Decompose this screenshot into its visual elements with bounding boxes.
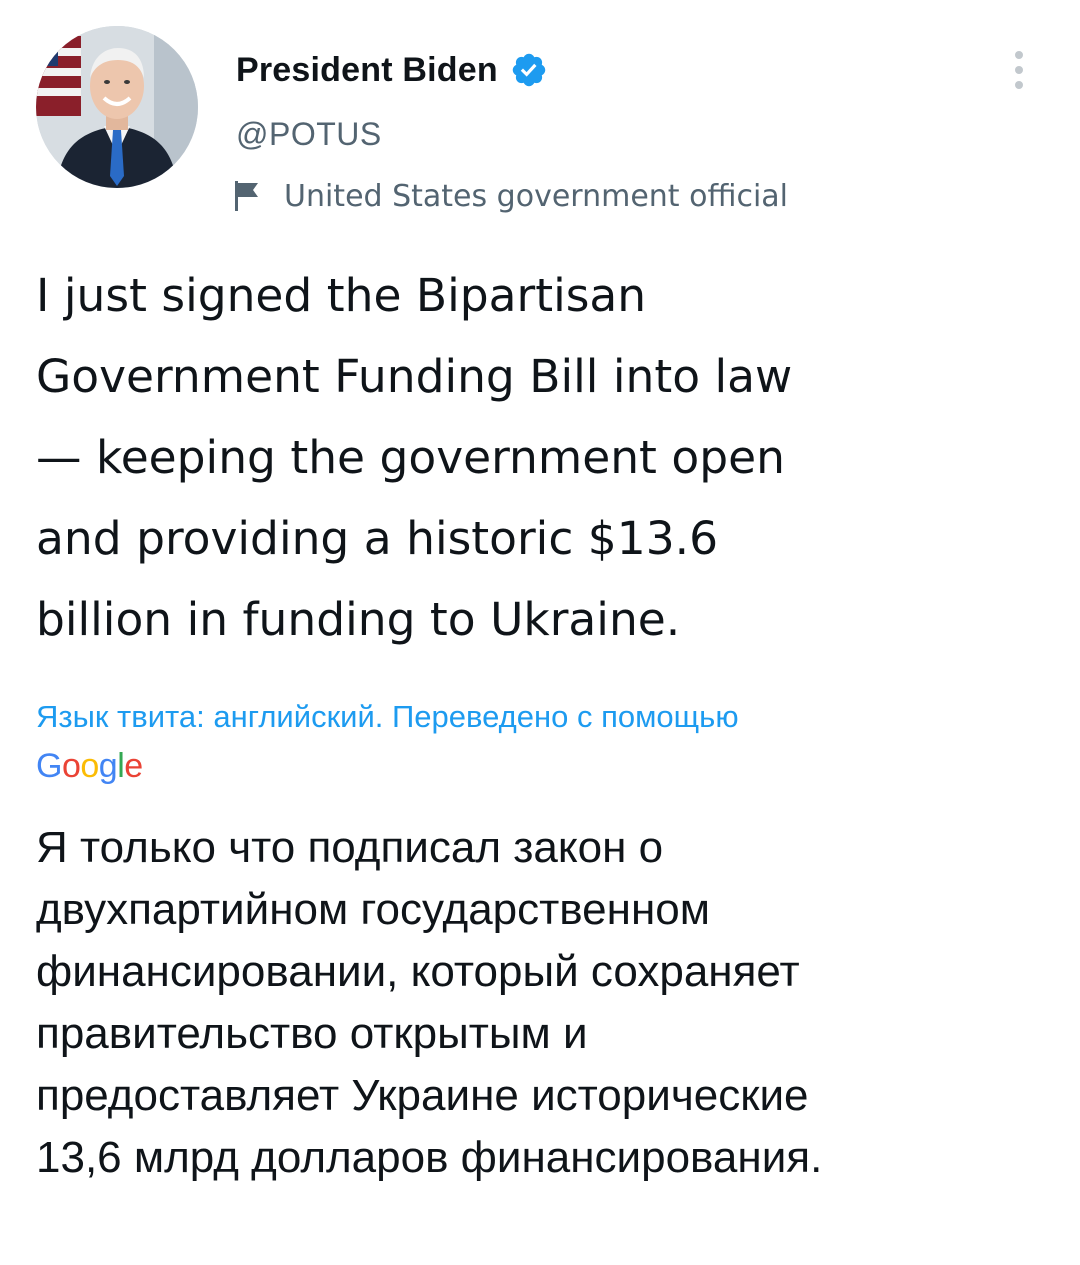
google-logo[interactable]: Google <box>36 744 143 788</box>
translated-line: Я только что подписал закон о <box>36 823 664 872</box>
translated-line: предоставляет Украине исторические <box>36 1071 809 1120</box>
avatar-portrait-image <box>36 26 198 188</box>
translation-note[interactable]: Язык твита: английский. Переведено с пом… <box>36 697 1046 737</box>
account-label-text: United States government official <box>284 178 789 214</box>
more-options-button[interactable] <box>1004 46 1034 94</box>
tweet-line: billion in funding to Ukraine. <box>36 593 681 646</box>
translated-text: Я только что подписал закон о двухпартий… <box>36 817 1046 1189</box>
author-name-row[interactable]: President Biden <box>236 46 548 94</box>
author-handle[interactable]: @POTUS <box>236 116 382 153</box>
google-logo-text: Google <box>36 747 143 785</box>
tweet-line: I just signed the Bipartisan <box>36 269 647 322</box>
translated-line: 13,6 млрд долларов финансирования. <box>36 1133 823 1182</box>
verified-badge-icon <box>512 53 546 87</box>
translated-line: финансировании, который сохраняет <box>36 947 800 996</box>
tweet-text: I just signed the Bipartisan Government … <box>36 255 1046 660</box>
translated-line: правительство открытым и <box>36 1009 588 1058</box>
tweet-line: Government Funding Bill into law <box>36 350 793 403</box>
tweet-line: — keeping the government open <box>36 431 785 484</box>
flag-icon <box>235 181 258 211</box>
author-display-name[interactable]: President Biden <box>236 51 498 90</box>
more-vertical-icon <box>1015 51 1023 89</box>
avatar[interactable] <box>36 26 198 188</box>
tweet-line: and providing a historic $13.6 <box>36 512 719 565</box>
translated-line: двухпартийном государственном <box>36 885 710 934</box>
account-label[interactable]: United States government official <box>232 172 788 220</box>
